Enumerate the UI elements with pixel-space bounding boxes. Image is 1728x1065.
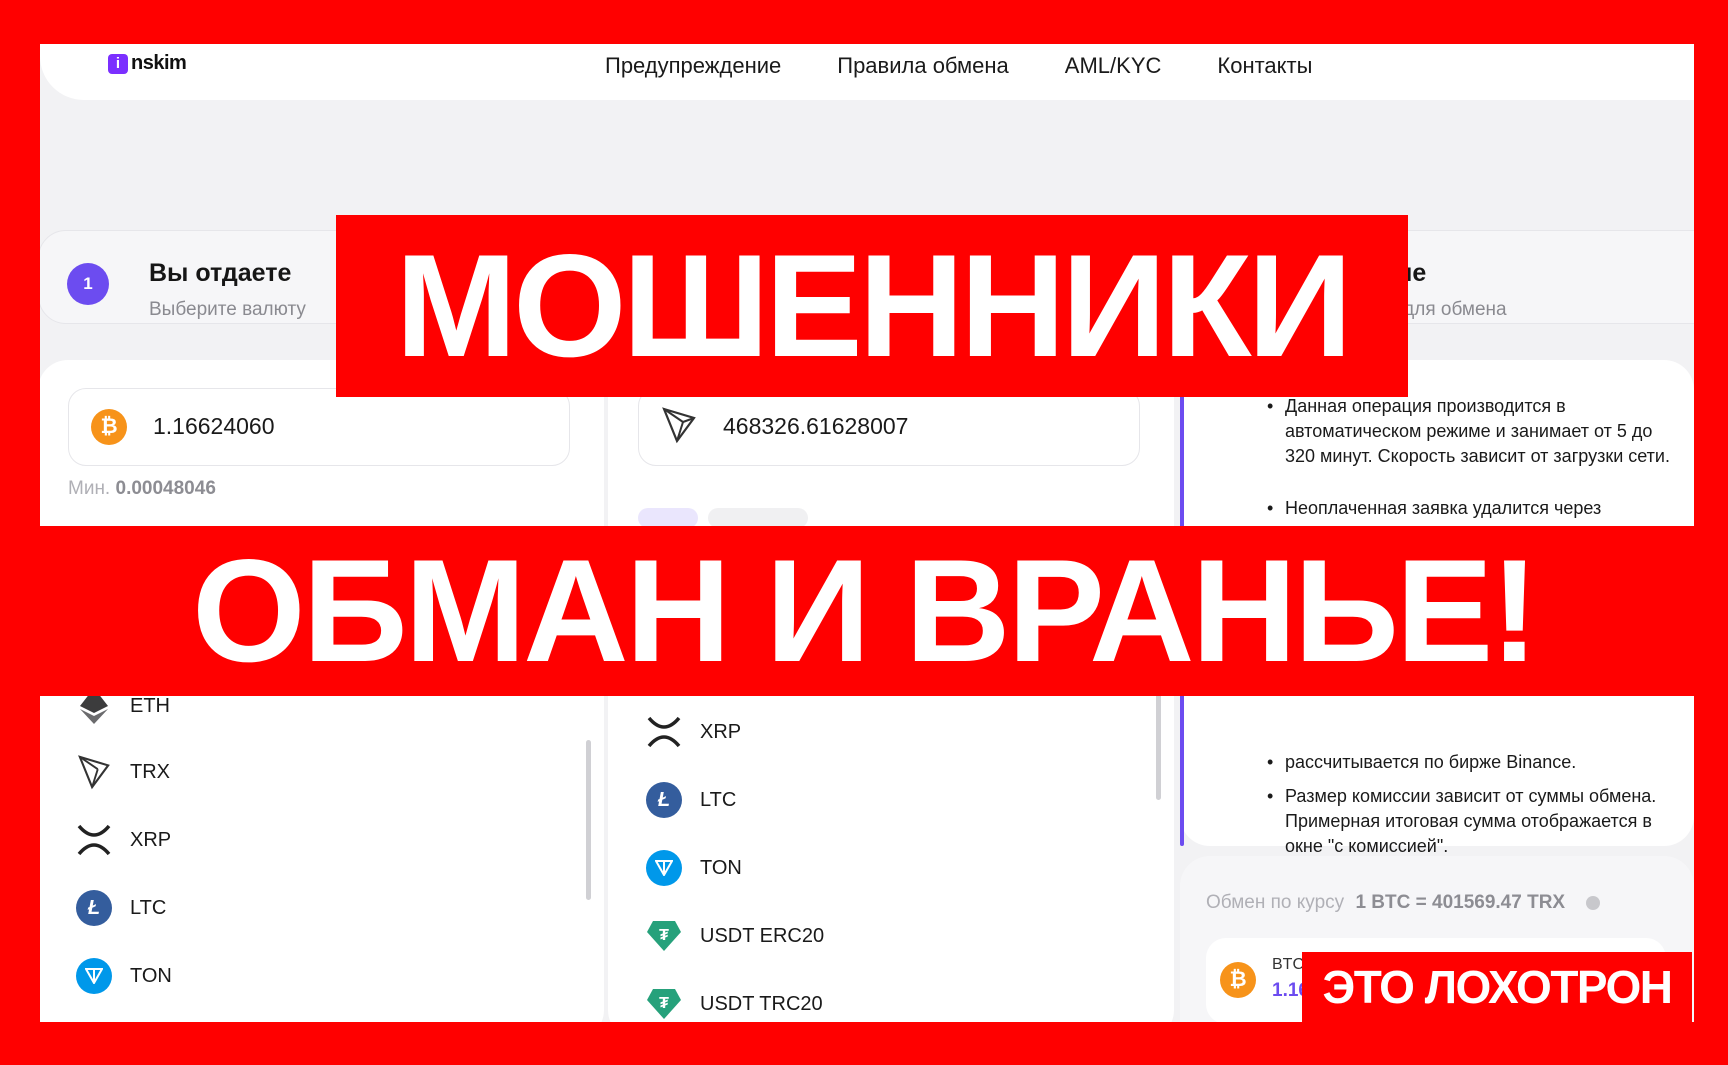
info-icon[interactable] [1586, 895, 1601, 910]
min-amount-label: Мин. [68, 478, 111, 499]
bitcoin-icon: ₿ [91, 409, 127, 445]
coin-label: USDT TRC20 [700, 992, 823, 1015]
banner-text: МОШЕННИКИ [395, 224, 1352, 387]
min-amount: Мин. 0.00048046 [68, 478, 216, 500]
coin-item-xrp[interactable]: XRP [646, 714, 741, 750]
info-bullet: Размер комиссии зависит от суммы обмена.… [1267, 784, 1675, 864]
coin-label: LTC [700, 788, 737, 811]
main-nav: Предупреждение Правила обмена AML/KYC Ко… [605, 53, 1312, 79]
coin-label: TON [130, 964, 172, 987]
toncoin-icon [76, 958, 112, 994]
coin-label: XRP [700, 720, 742, 743]
badge-text: ЭТО ЛОХОТРОН [1322, 961, 1674, 1013]
step-number: 1 [67, 263, 109, 305]
info-bullet: Неоплаченная заявка удалится через [1267, 496, 1675, 521]
coin-label: XRP [130, 828, 172, 851]
banner-text: ОБМАН И ВРАНЬЕ! [192, 529, 1539, 692]
tether-icon: ₮ [646, 986, 682, 1022]
rate-value: 1 BTC = 401569.47 TRX [1355, 892, 1566, 913]
tron-icon [661, 407, 697, 444]
xrp-icon [646, 714, 682, 750]
info-bullet-partial: рассчитывается по бирже Binance. [1267, 750, 1675, 775]
coin-item-trx[interactable]: TRX [76, 754, 170, 790]
coin-label: LTC [130, 896, 167, 919]
nav-aml-kyc[interactable]: AML/KYC [1065, 53, 1162, 79]
list-scrollbar[interactable] [586, 740, 591, 900]
overlay-banner-deception: ОБМАН И ВРАНЬЕ! [0, 526, 1728, 696]
rate-line: Обмен по курсу 1 BTC = 401569.47 TRX [1206, 892, 1601, 914]
tether-icon: ₮ [646, 918, 682, 954]
logo-mark: i [108, 53, 128, 74]
logo[interactable]: i nskim [108, 52, 187, 75]
coin-item-ton[interactable]: TON [646, 850, 742, 886]
toncoin-icon [646, 850, 682, 886]
logo-text: nskim [131, 52, 187, 74]
nav-warning[interactable]: Предупреждение [605, 53, 781, 79]
get-amount-input[interactable]: 468326.61628007 [638, 388, 1140, 466]
coin-item-usdt-erc20[interactable]: ₮ USDT ERC20 [646, 918, 824, 954]
info-bullet: Данная операция производится в автоматич… [1267, 394, 1675, 469]
coin-item-usdt-trc20[interactable]: ₮ USDT TRC20 [646, 986, 823, 1022]
coin-item-xrp[interactable]: XRP [76, 822, 171, 858]
give-amount-value: 1.16624060 [153, 413, 275, 439]
overlay-badge-scam: ЭТО ЛОХОТРОН [1302, 952, 1692, 1022]
min-amount-value: 0.00048046 [115, 478, 216, 499]
rate-label: Обмен по курсу [1206, 892, 1345, 913]
step-title: Вы отдаете [149, 259, 292, 287]
tron-icon [76, 754, 112, 790]
get-amount-value: 468326.61628007 [723, 413, 909, 439]
coin-label: TRX [130, 760, 170, 783]
coin-item-ltc[interactable]: Ł LTC [646, 782, 736, 818]
result-coin: BTC [1272, 956, 1304, 973]
litecoin-icon: Ł [76, 890, 112, 926]
litecoin-icon: Ł [646, 782, 682, 818]
coin-item-ton[interactable]: TON [76, 958, 172, 994]
nav-exchange-rules[interactable]: Правила обмена [837, 53, 1009, 79]
coin-item-ltc[interactable]: Ł LTC [76, 890, 166, 926]
filter-chip-active[interactable] [638, 508, 698, 528]
top-bar: i nskim Предупреждение Правила обмена AM… [40, 44, 1694, 100]
coin-label: USDT ERC20 [700, 924, 825, 947]
coin-label: ETH [130, 694, 170, 717]
xrp-icon [76, 822, 112, 858]
svg-text:₮: ₮ [659, 927, 669, 944]
give-amount-input[interactable]: ₿ 1.16624060 [68, 388, 570, 466]
filter-chip[interactable] [708, 508, 808, 528]
step-subtitle: Выберите валюту [149, 299, 306, 320]
coin-label: TON [700, 856, 742, 879]
svg-text:₮: ₮ [659, 995, 669, 1012]
overlay-banner-scammers: МОШЕННИКИ [336, 215, 1408, 397]
bitcoin-icon: ₿ [1220, 962, 1256, 998]
nav-contacts[interactable]: Контакты [1217, 53, 1312, 79]
